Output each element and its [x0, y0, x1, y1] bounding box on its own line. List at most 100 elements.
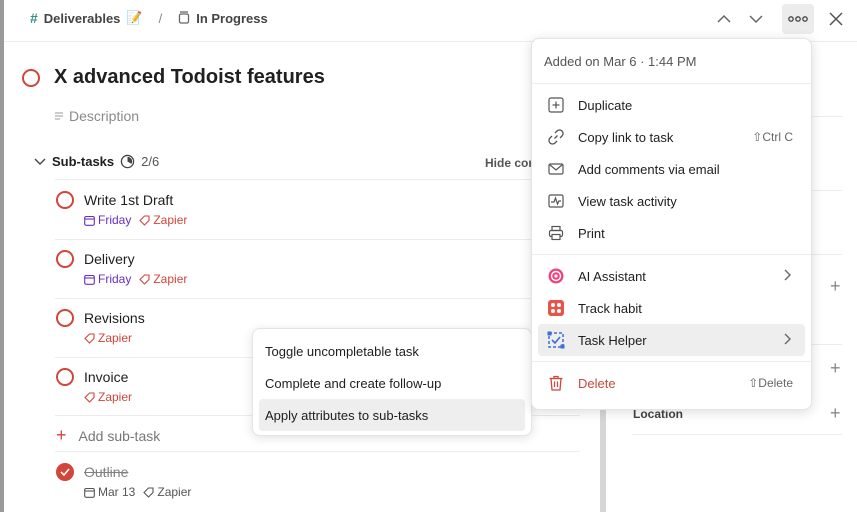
label-icon: [84, 332, 95, 344]
divider: [55, 239, 580, 240]
complete-task-checkbox[interactable]: [22, 68, 40, 87]
chevron-right-icon: [783, 333, 791, 348]
added-on-info: Added on Mar 6 · 1:44 PM: [532, 39, 811, 84]
subtask-checkbox[interactable]: [56, 309, 74, 327]
breadcrumb: # Deliverables 📝 / In Progress: [30, 10, 268, 26]
duplicate-menu-item[interactable]: Duplicate: [538, 89, 805, 121]
chevron-down-icon: [34, 158, 46, 165]
project-emoji-icon: 📝: [126, 10, 143, 25]
add-field-plus-icon[interactable]: +: [830, 276, 841, 297]
subtasks-count: 2/6: [141, 154, 160, 169]
task-title[interactable]: X advanced Todoist features: [54, 66, 325, 89]
menu-group-danger: Delete ⇧Delete: [532, 362, 811, 404]
description-field[interactable]: Description: [54, 108, 139, 124]
printer-icon: [546, 223, 566, 243]
link-icon: [546, 127, 566, 147]
calendar-icon: [84, 215, 95, 226]
complete-follow-up-item[interactable]: Complete and create follow-up: [259, 367, 525, 399]
ai-assistant-menu-item[interactable]: AI Assistant: [538, 260, 805, 292]
breadcrumb-section[interactable]: In Progress: [196, 11, 268, 26]
copy-link-menu-item[interactable]: Copy link to task ⇧Ctrl C: [538, 121, 805, 153]
add-field-plus-icon[interactable]: +: [830, 358, 841, 379]
previous-task-button[interactable]: [710, 6, 738, 32]
ai-assistant-icon: [546, 266, 566, 286]
subtask-name: Delivery: [84, 251, 135, 267]
subtask-checkbox[interactable]: [56, 368, 74, 386]
shortcut-hint: ⇧Delete: [748, 376, 793, 390]
subtask-name: Write 1st Draft: [84, 192, 174, 208]
shortcut-hint: ⇧Ctrl C: [752, 130, 793, 144]
breadcrumb-project[interactable]: Deliverables: [44, 11, 121, 26]
task-detail-header: # Deliverables 📝 / In Progress: [4, 0, 857, 42]
task-helper-submenu: Toggle uncompletable task Complete and c…: [252, 328, 532, 436]
track-habit-icon: [546, 298, 566, 318]
chevron-right-icon: [783, 269, 791, 284]
divider: [55, 298, 580, 299]
side-divider: [632, 434, 842, 435]
add-subtask-button[interactable]: + Add sub-task: [56, 425, 160, 446]
mail-icon: [546, 159, 566, 179]
subtask-name: Invoice: [84, 369, 129, 385]
due-date[interactable]: Friday: [84, 272, 131, 286]
label-tag[interactable]: Zapier: [143, 485, 191, 499]
progress-pie-icon: [120, 154, 135, 169]
duplicate-icon: [546, 95, 566, 115]
apply-attributes-item[interactable]: Apply attributes to sub-tasks: [259, 399, 525, 431]
more-actions-menu: Added on Mar 6 · 1:44 PM Duplicate Copy …: [531, 38, 812, 410]
delete-menu-item[interactable]: Delete ⇧Delete: [538, 367, 805, 399]
chevron-down-icon: [749, 15, 763, 24]
subtask-row[interactable]: Invoice Zapier: [56, 368, 132, 404]
divider: [55, 451, 580, 452]
subtask-row[interactable]: Write 1st Draft Friday Zapier: [56, 191, 187, 227]
left-window-edge: [0, 0, 4, 512]
description-placeholder: Description: [69, 108, 140, 124]
subtask-row-completed[interactable]: Outline Mar 13 Zapier: [56, 463, 191, 499]
description-icon: [55, 112, 63, 120]
label-icon: [84, 391, 95, 403]
label-icon: [139, 273, 150, 285]
checkmark-icon: [60, 468, 70, 476]
subtask-checkbox[interactable]: [56, 250, 74, 268]
add-location-plus-icon[interactable]: +: [830, 403, 841, 424]
due-date[interactable]: Friday: [84, 213, 131, 227]
activity-icon: [546, 191, 566, 211]
subtask-row[interactable]: Revisions Zapier: [56, 309, 145, 345]
menu-group-task: Duplicate Copy link to task ⇧Ctrl C Add …: [532, 84, 811, 255]
close-button[interactable]: [822, 6, 850, 32]
subtask-name: Revisions: [84, 310, 145, 326]
label-tag[interactable]: Zapier: [139, 272, 187, 286]
more-dots-icon: [788, 16, 808, 22]
completed-checkbox[interactable]: [56, 463, 74, 481]
trash-icon: [546, 373, 566, 393]
more-actions-button[interactable]: [782, 4, 814, 34]
task-title-row: X advanced Todoist features: [22, 66, 325, 89]
label-icon: [143, 486, 154, 498]
close-icon: [829, 12, 843, 26]
add-comments-email-menu-item[interactable]: Add comments via email: [538, 153, 805, 185]
toggle-uncompletable-item[interactable]: Toggle uncompletable task: [259, 335, 525, 367]
label-tag[interactable]: Zapier: [139, 213, 187, 227]
chevron-up-icon: [717, 14, 731, 23]
project-hash-icon: #: [30, 10, 38, 26]
task-helper-icon: [546, 330, 566, 350]
subtask-row[interactable]: Delivery Friday Zapier: [56, 250, 187, 286]
subtasks-heading: Sub-tasks: [52, 154, 115, 169]
subtask-checkbox[interactable]: [56, 191, 74, 209]
plus-icon: +: [56, 425, 67, 445]
subtask-name: Outline: [84, 464, 129, 480]
hide-completed-button[interactable]: Hide completed: [485, 156, 531, 170]
menu-group-extensions: AI Assistant Track habit Task Helper: [532, 255, 811, 362]
next-task-button[interactable]: [742, 6, 770, 32]
calendar-icon: [84, 487, 95, 498]
label-tag[interactable]: Zapier: [84, 331, 132, 345]
view-activity-menu-item[interactable]: View task activity: [538, 185, 805, 217]
label-icon: [139, 214, 150, 226]
section-icon: [179, 11, 190, 24]
breadcrumb-separator: /: [158, 10, 163, 26]
print-menu-item[interactable]: Print: [538, 217, 805, 249]
label-tag[interactable]: Zapier: [84, 390, 132, 404]
due-date[interactable]: Mar 13: [84, 485, 135, 499]
subtasks-header[interactable]: Sub-tasks 2/6: [34, 154, 159, 169]
task-helper-menu-item[interactable]: Task Helper: [538, 324, 805, 356]
track-habit-menu-item[interactable]: Track habit: [538, 292, 805, 324]
